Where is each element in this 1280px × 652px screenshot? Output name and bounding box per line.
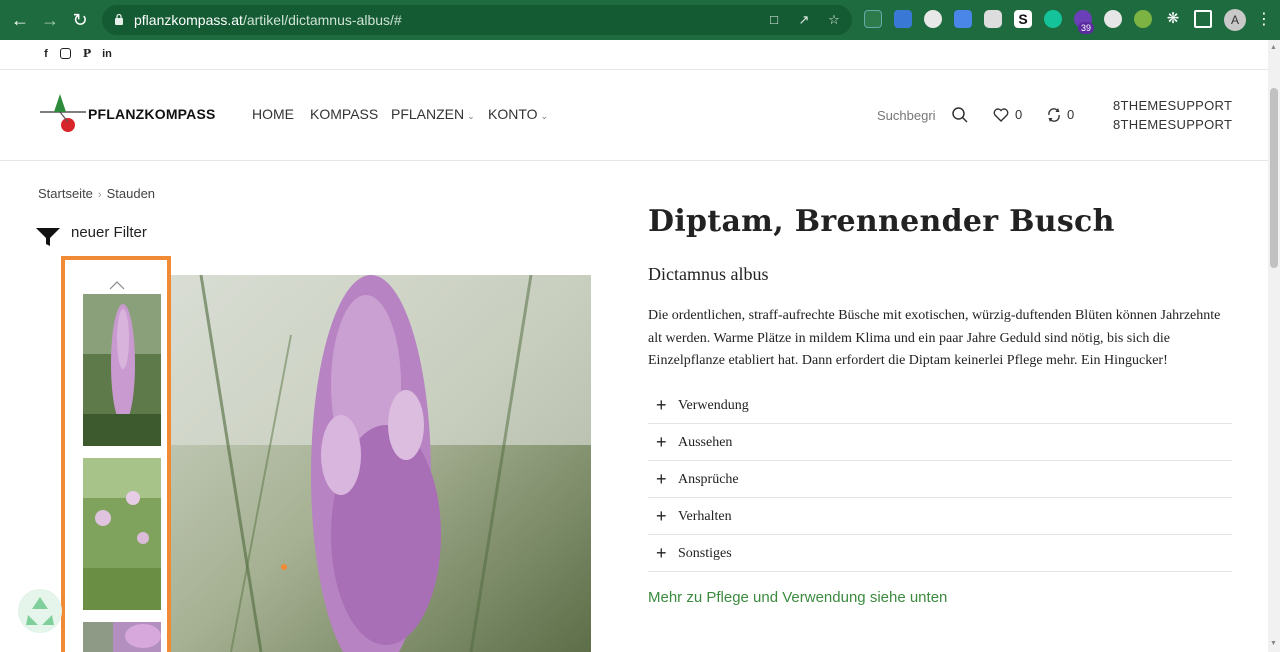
compare-count: 0 bbox=[1067, 107, 1075, 122]
chevron-down-icon: ⌄ bbox=[467, 111, 475, 121]
translate-icon[interactable]: □ bbox=[766, 12, 782, 28]
accordion-aussehen[interactable]: + Aussehen bbox=[648, 424, 1232, 461]
extension-grey-icon[interactable] bbox=[1104, 10, 1122, 28]
scroll-thumb[interactable] bbox=[1270, 88, 1278, 268]
menu-kompass[interactable]: KOMPASS bbox=[310, 106, 378, 122]
breadcrumb-current[interactable]: Stauden bbox=[107, 186, 155, 201]
plus-icon: + bbox=[656, 543, 667, 563]
menu-home[interactable]: HOME bbox=[252, 106, 294, 122]
extension-translate-icon[interactable] bbox=[954, 10, 972, 28]
filter-label[interactable]: neuer Filter bbox=[71, 224, 147, 241]
thumbnail-gallery bbox=[61, 256, 171, 652]
product-latin-name: Dictamnus albus bbox=[648, 264, 769, 284]
wishlist-count: 0 bbox=[1015, 107, 1023, 122]
page-scrollbar[interactable]: ▲ ▼ bbox=[1268, 40, 1280, 652]
chevron-right-icon: › bbox=[97, 189, 102, 201]
breadcrumb: Startseite › Stauden bbox=[38, 186, 155, 201]
plus-icon: + bbox=[656, 395, 667, 415]
compare-icon[interactable] bbox=[1045, 106, 1063, 124]
extension-grammarly-icon[interactable] bbox=[1044, 10, 1062, 28]
extension-recycle-icon[interactable] bbox=[864, 10, 882, 28]
back-arrow-icon[interactable]: ← bbox=[8, 8, 32, 32]
product-description: Die ordentlichen, straff-aufrechte Büsch… bbox=[648, 308, 1221, 368]
search-icon[interactable] bbox=[951, 106, 969, 124]
menu-pflanzen[interactable]: PFLANZEN ⌄ bbox=[391, 106, 475, 122]
share-icon[interactable]: ↗ bbox=[796, 12, 812, 28]
extension-camera-icon[interactable] bbox=[984, 10, 1002, 28]
extension-badge: 39 bbox=[1078, 22, 1095, 34]
extension-s-icon[interactable]: S bbox=[1014, 10, 1032, 28]
heart-icon[interactable] bbox=[992, 106, 1010, 124]
plus-icon: + bbox=[656, 506, 667, 526]
scroll-down-icon[interactable]: ▼ bbox=[1270, 640, 1277, 647]
plus-icon: + bbox=[656, 432, 667, 452]
reload-icon[interactable]: ↻ bbox=[68, 8, 92, 32]
filter-funnel-icon[interactable] bbox=[36, 224, 60, 248]
instagram-icon[interactable]: IG bbox=[60, 48, 71, 59]
thumbnail-image[interactable] bbox=[83, 294, 161, 446]
gallery-dot-indicator[interactable] bbox=[281, 564, 287, 570]
logo-text[interactable]: PFLANZKOMPASS bbox=[88, 106, 216, 122]
puzzle-icon[interactable]: ❋ bbox=[1164, 10, 1182, 28]
product-main-image[interactable] bbox=[171, 275, 591, 652]
site-header: PFLANZKOMPASS HOME KOMPASS PFLANZEN ⌄ KON… bbox=[0, 70, 1268, 161]
thumbnail-image[interactable] bbox=[83, 458, 161, 610]
side-panel-icon[interactable] bbox=[1194, 10, 1212, 28]
account-name-secondary[interactable]: 8THEMESUPPORT bbox=[1113, 117, 1232, 132]
more-info-link[interactable]: Mehr zu Pflege und Verwendung siehe unte… bbox=[648, 589, 947, 606]
extension-docs-icon[interactable] bbox=[894, 10, 912, 28]
url-text: pflanzkompass.at/artikel/dictamnus-albus… bbox=[134, 12, 402, 28]
chevron-up-icon[interactable] bbox=[109, 280, 125, 290]
plus-icon: + bbox=[656, 469, 667, 489]
lock-icon bbox=[115, 13, 123, 25]
extension-globe-icon[interactable] bbox=[924, 10, 942, 28]
product-title: Diptam, Brennender Busch bbox=[648, 204, 1115, 239]
accordion-verhalten[interactable]: + Verhalten bbox=[648, 498, 1232, 535]
breadcrumb-home[interactable]: Startseite bbox=[38, 186, 93, 201]
account-name[interactable]: 8THEMESUPPORT bbox=[1113, 98, 1232, 113]
extension-leaf-icon[interactable] bbox=[1134, 10, 1152, 28]
chevron-down-icon: ⌄ bbox=[540, 111, 549, 121]
linkedin-icon[interactable]: in bbox=[100, 47, 114, 61]
thumbnail-image[interactable] bbox=[83, 622, 161, 652]
accordion-sonstiges[interactable]: + Sonstiges bbox=[648, 535, 1232, 572]
recycle-icon[interactable] bbox=[18, 589, 62, 633]
accordion-ansprueche[interactable]: + Ansprüche bbox=[648, 461, 1232, 498]
accordion-verwendung[interactable]: + Verwendung bbox=[648, 387, 1232, 424]
profile-avatar[interactable]: A bbox=[1224, 9, 1246, 31]
menu-konto[interactable]: KONTO ⌄ bbox=[488, 106, 548, 122]
address-bar[interactable]: pflanzkompass.at/artikel/dictamnus-albus… bbox=[102, 5, 852, 35]
pinterest-icon[interactable]: P bbox=[80, 47, 94, 61]
browser-toolbar: ← → ↻ pflanzkompass.at/artikel/dictamnus… bbox=[0, 0, 1280, 40]
social-bar: f IG P in bbox=[0, 40, 1268, 70]
bookmark-star-icon[interactable]: ☆ bbox=[826, 12, 842, 28]
scroll-up-icon[interactable]: ▲ bbox=[1270, 44, 1277, 51]
menu-kebab-icon[interactable]: ⋮ bbox=[1256, 9, 1272, 31]
forward-arrow-icon[interactable]: → bbox=[38, 8, 62, 32]
facebook-icon[interactable]: f bbox=[39, 47, 53, 61]
search-input[interactable]: Suchbegri bbox=[877, 108, 936, 123]
